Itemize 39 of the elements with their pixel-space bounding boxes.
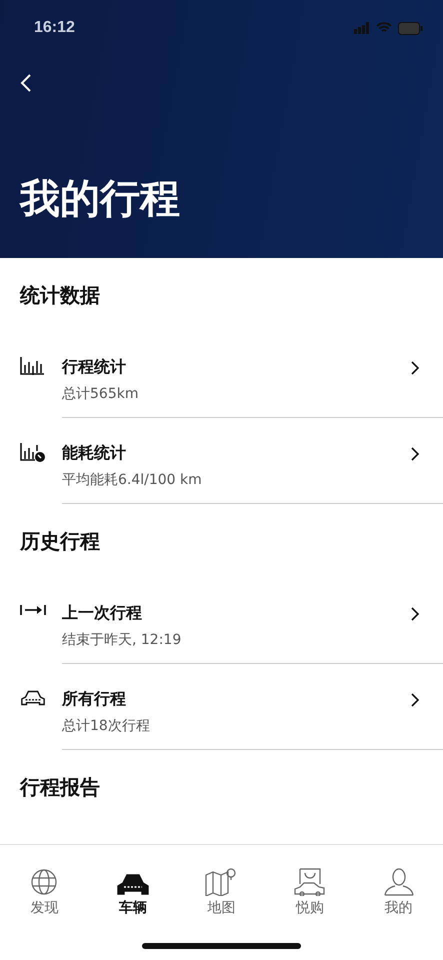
section-heading: 行程报告 bbox=[18, 774, 101, 800]
item-title: 上一次行程 bbox=[62, 602, 143, 624]
page-title: 我的行程 bbox=[20, 175, 181, 223]
back-icon[interactable] bbox=[20, 73, 32, 93]
list-item[interactable]: 所有行程 总计18次行程 bbox=[0, 664, 443, 750]
map-pin-icon bbox=[205, 868, 238, 896]
chevron-right-icon bbox=[411, 693, 419, 707]
car-icon bbox=[116, 872, 150, 896]
car-icon bbox=[20, 689, 46, 707]
bar-chart-icon bbox=[20, 357, 44, 375]
tab-item[interactable]: 我的 bbox=[364, 859, 434, 917]
tab-item[interactable]: 车辆 bbox=[98, 859, 168, 917]
list-item[interactable]: 能耗统计 平均能耗6.4l/100 km bbox=[0, 418, 443, 504]
arrow-to-line-icon bbox=[20, 603, 46, 617]
item-subtitle: 总计18次行程 bbox=[62, 717, 151, 736]
person-icon bbox=[384, 868, 414, 896]
status-time: 16:12 bbox=[34, 19, 75, 37]
list-item[interactable]: 行程统计 总计565km bbox=[0, 332, 443, 418]
item-subtitle: 平均能耗6.4l/100 km bbox=[62, 471, 203, 490]
list-item[interactable]: 上一次行程 结束于昨天, 12:19 bbox=[0, 578, 443, 664]
bar-chart-gauge-icon bbox=[20, 443, 46, 463]
bag-car-icon bbox=[294, 868, 326, 896]
item-title: 能耗统计 bbox=[62, 442, 127, 464]
wifi-icon bbox=[376, 22, 392, 34]
section-heading: 历史行程 bbox=[18, 528, 101, 554]
item-title: 所有行程 bbox=[62, 688, 127, 710]
chevron-right-icon bbox=[411, 361, 419, 375]
tab-item[interactable]: 发现 bbox=[9, 859, 80, 917]
item-title: 行程统计 bbox=[62, 356, 127, 378]
tab-item[interactable]: 地图 bbox=[186, 859, 256, 917]
item-subtitle: 结束于昨天, 12:19 bbox=[62, 631, 182, 650]
item-subtitle: 总计565km bbox=[62, 385, 140, 404]
tab-item[interactable]: 悦购 bbox=[275, 859, 346, 917]
chevron-right-icon bbox=[411, 447, 419, 461]
battery-icon bbox=[398, 22, 423, 34]
signal-icon bbox=[354, 22, 370, 34]
section-heading: 统计数据 bbox=[18, 282, 101, 308]
chevron-right-icon bbox=[411, 607, 419, 621]
globe-icon bbox=[30, 868, 58, 896]
